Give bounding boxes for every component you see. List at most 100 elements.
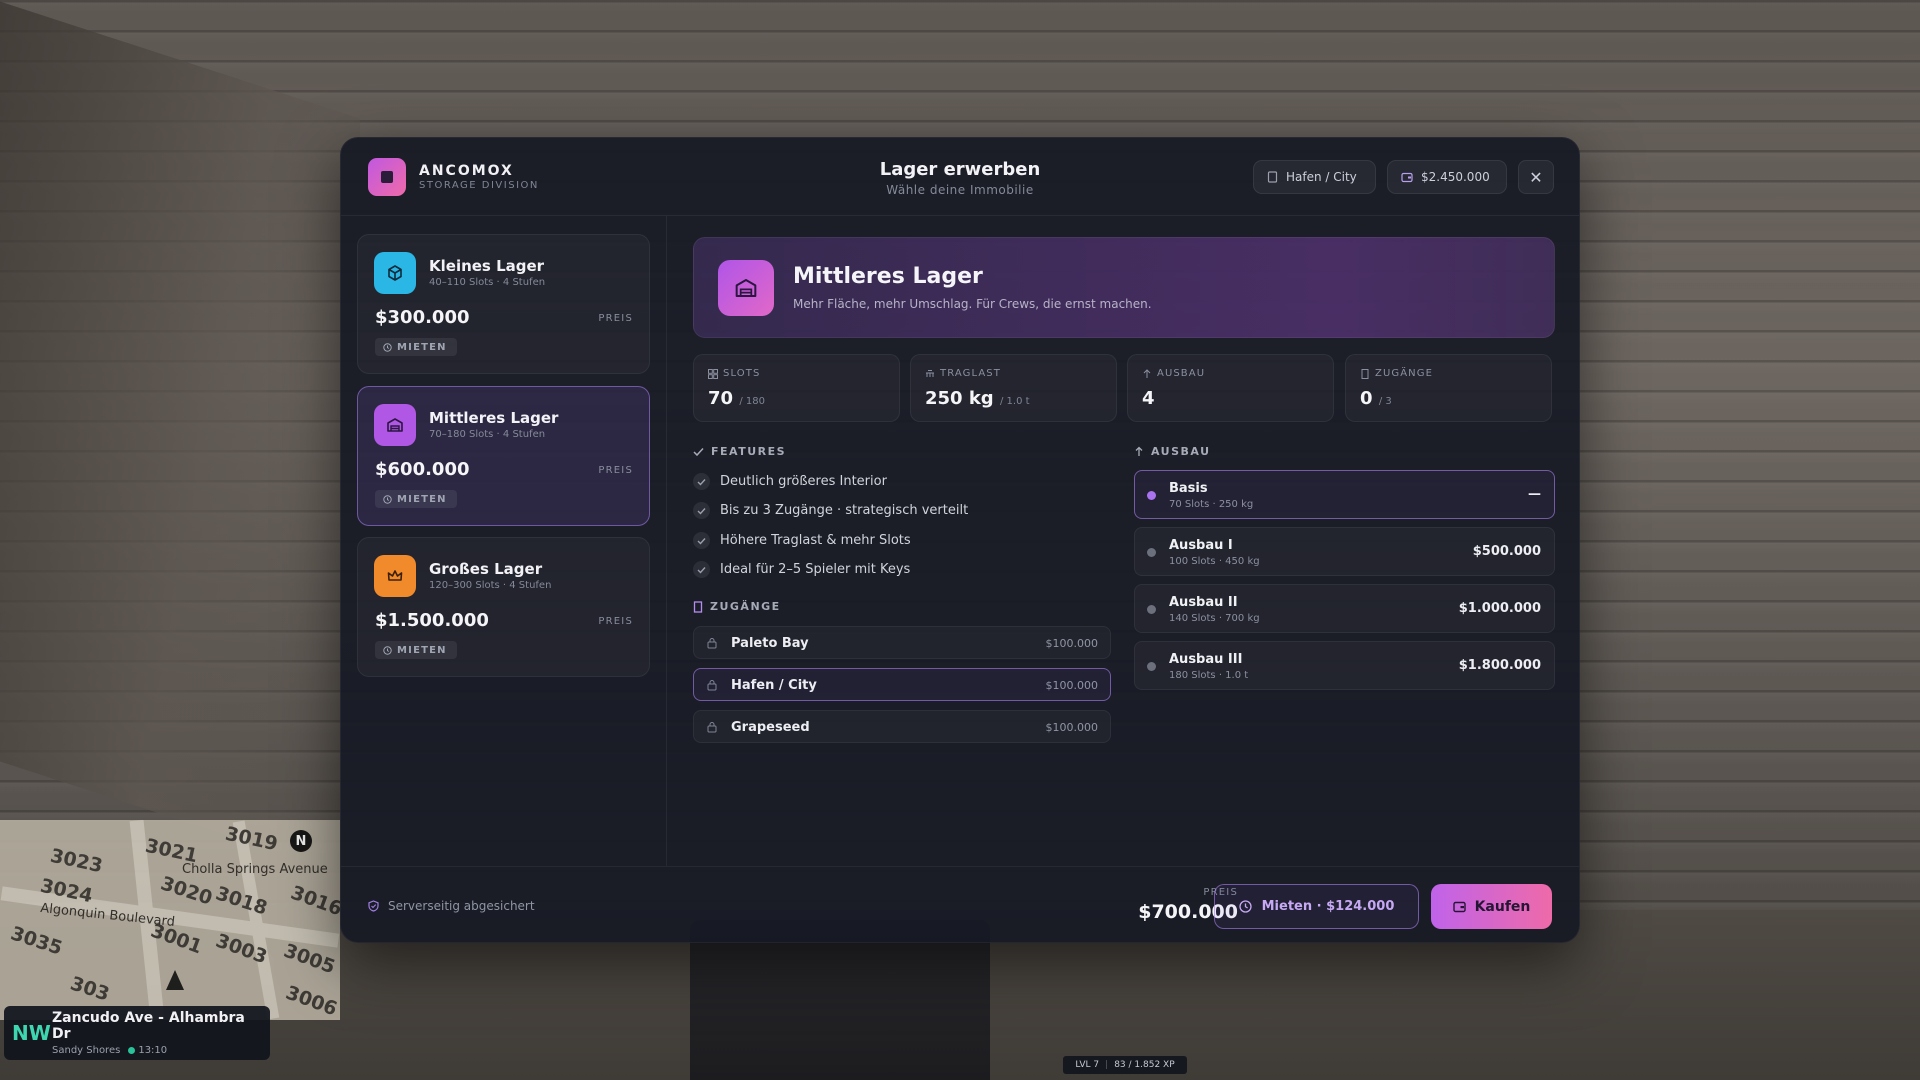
- card-name: Mittleres Lager: [429, 409, 559, 427]
- features-heading: FEATURES: [693, 445, 786, 458]
- storage-modal: ANCOMOX STORAGE DIVISION Lager erwerben …: [340, 137, 1580, 943]
- crown-icon: [374, 555, 416, 597]
- stat-unit: / 180: [739, 396, 765, 407]
- accesses-heading: ZUGÄNGE: [693, 600, 781, 613]
- feature-text: Deutlich größeres Interior: [720, 474, 887, 489]
- rent-badge[interactable]: MIETEN: [375, 490, 457, 508]
- map-number: 303: [67, 972, 113, 1006]
- north-indicator: N: [290, 830, 312, 852]
- stat-label: ZUGÄNGE: [1375, 368, 1434, 379]
- accesses-title: ZUGÄNGE: [710, 600, 781, 613]
- status-dot: [1147, 491, 1156, 500]
- feature-text: Ideal für 2–5 Spieler mit Keys: [720, 562, 911, 577]
- check-icon: [693, 532, 710, 549]
- card-subtitle: 120–300 Slots · 4 Stufen: [429, 580, 552, 591]
- upgrade-specs: 140 Slots · 700 kg: [1169, 613, 1260, 624]
- rent-button-label: Mieten · $124.000: [1261, 899, 1395, 914]
- security-note-text: Serverseitig abgesichert: [388, 899, 535, 913]
- clock-icon: [128, 1046, 136, 1054]
- door-icon: [1361, 368, 1369, 379]
- status-dot: [1147, 548, 1156, 557]
- stat-unit: / 1.0 t: [999, 396, 1030, 407]
- warehouse-list: Kleines Lager 40–110 Slots · 4 Stufen $3…: [341, 216, 667, 866]
- card-name: Kleines Lager: [429, 257, 545, 275]
- shield-icon: [368, 900, 379, 912]
- features-title: FEATURES: [711, 445, 787, 458]
- lock-icon: [707, 680, 717, 691]
- upgrade-option-ausbau-3[interactable]: Ausbau III 180 Slots · 1.0 t $1.800.000: [1134, 641, 1555, 690]
- map-number: 3035: [7, 922, 65, 960]
- access-option[interactable]: Paleto Bay $100.000: [693, 626, 1111, 659]
- card-price-label: PREIS: [598, 616, 633, 627]
- feature-text: Bis zu 3 Zugänge · strategisch verteilt: [720, 503, 969, 518]
- rent-badge[interactable]: MIETEN: [375, 338, 457, 356]
- warehouse-card-large[interactable]: Großes Lager 120–300 Slots · 4 Stufen $1…: [357, 537, 650, 677]
- arrow-up-icon: [1135, 446, 1143, 456]
- lock-icon: [707, 638, 717, 649]
- level-label: LVL 7: [1075, 1060, 1100, 1070]
- feature-item: Höhere Traglast & mehr Slots: [693, 532, 911, 549]
- rent-badge[interactable]: MIETEN: [375, 641, 457, 659]
- arrow-up-icon: [1143, 368, 1151, 378]
- warehouse-icon: [374, 404, 416, 446]
- game-time: 13:10: [138, 1045, 168, 1056]
- access-name: Hafen / City: [731, 678, 817, 693]
- status-dot: [1147, 662, 1156, 671]
- stat-value: 4: [1142, 388, 1155, 409]
- upgrades-heading: AUSBAU: [1134, 445, 1211, 458]
- close-button[interactable]: ✕: [1518, 160, 1554, 194]
- access-name: Grapeseed: [731, 720, 810, 735]
- upgrade-name: Ausbau I: [1169, 538, 1233, 553]
- wallet-icon: [1452, 901, 1466, 912]
- access-name: Paleto Bay: [731, 636, 809, 651]
- access-price: $100.000: [1045, 637, 1099, 650]
- upgrade-specs: 100 Slots · 450 kg: [1169, 556, 1260, 567]
- background-character: [690, 920, 990, 1080]
- street-name: Zancudo Ave - Alhambra Dr: [52, 1010, 245, 1042]
- rent-button[interactable]: Mieten · $124.000: [1214, 884, 1419, 929]
- feature-text: Höhere Traglast & mehr Slots: [720, 533, 911, 548]
- weight-icon: [926, 369, 934, 377]
- warehouse-card-small[interactable]: Kleines Lager 40–110 Slots · 4 Stufen $3…: [357, 234, 650, 374]
- access-price: $100.000: [1045, 679, 1099, 692]
- upgrade-specs: 180 Slots · 1.0 t: [1169, 670, 1249, 681]
- rent-badge-label: MIETEN: [397, 493, 447, 505]
- warehouse-detail: Mittleres Lager Mehr Fläche, mehr Umschl…: [668, 216, 1579, 866]
- location-pill[interactable]: Hafen / City: [1253, 160, 1376, 194]
- modal-footer: Serverseitig abgesichert PREIS $700.000 …: [341, 866, 1579, 942]
- status-dot: [1147, 605, 1156, 614]
- stat-ausbau: AUSBAU 4: [1127, 354, 1334, 422]
- stat-value: 70: [708, 388, 734, 409]
- warehouse-card-medium[interactable]: Mittleres Lager 70–180 Slots · 4 Stufen …: [357, 386, 650, 526]
- location-display: NW Zancudo Ave - Alhambra Dr Sandy Shore…: [4, 1006, 270, 1060]
- xp-label: 83 / 1.852 XP: [1114, 1060, 1175, 1070]
- card-price: $300.000: [375, 307, 470, 328]
- upgrade-option-basis[interactable]: Basis 70 Slots · 250 kg —: [1134, 470, 1555, 519]
- building-icon: [1267, 171, 1278, 183]
- location-pill-label: Hafen / City: [1286, 170, 1357, 184]
- stat-label: AUSBAU: [1157, 368, 1206, 379]
- map-number: 3020: [157, 872, 215, 910]
- access-option[interactable]: Grapeseed $100.000: [693, 710, 1111, 743]
- upgrade-option-ausbau-2[interactable]: Ausbau II 140 Slots · 700 kg $1.000.000: [1134, 584, 1555, 633]
- rent-badge-label: MIETEN: [397, 341, 447, 353]
- clock-icon: [383, 342, 392, 352]
- lock-icon: [707, 722, 717, 733]
- stat-label: TRAGLAST: [940, 368, 1001, 379]
- grid-icon: [708, 368, 718, 379]
- detail-description: Mehr Fläche, mehr Umschlag. Für Crews, d…: [793, 297, 1152, 311]
- modal-header: ANCOMOX STORAGE DIVISION Lager erwerben …: [341, 138, 1579, 216]
- map-number: 3023: [48, 844, 105, 878]
- cube-icon: [374, 252, 416, 294]
- card-price-label: PREIS: [598, 465, 633, 476]
- upgrade-option-ausbau-1[interactable]: Ausbau I 100 Slots · 450 kg $500.000: [1134, 527, 1555, 576]
- feature-item: Deutlich größeres Interior: [693, 473, 887, 490]
- card-subtitle: 40–110 Slots · 4 Stufen: [429, 277, 546, 288]
- check-icon: [693, 447, 704, 456]
- access-price: $100.000: [1045, 721, 1099, 734]
- wallet-icon: [1401, 172, 1413, 182]
- access-option[interactable]: Hafen / City $100.000: [693, 668, 1111, 701]
- player-arrow-icon: [166, 970, 184, 990]
- feature-item: Bis zu 3 Zugänge · strategisch verteilt: [693, 502, 968, 519]
- buy-button[interactable]: Kaufen: [1431, 884, 1552, 929]
